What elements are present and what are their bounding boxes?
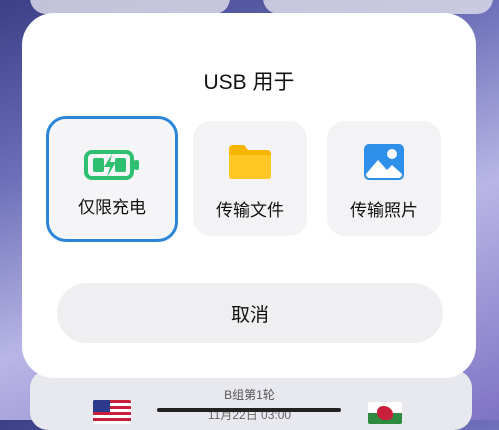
dialog-title: USB 用于 <box>203 71 295 94</box>
background-card <box>263 0 493 14</box>
photo-icon <box>363 143 405 185</box>
option-label: 传输照片 <box>350 201 418 221</box>
battery-charging-icon <box>84 149 140 185</box>
option-label: 仅限充电 <box>78 198 146 218</box>
home-indicator[interactable] <box>157 408 341 412</box>
option-transfer-files[interactable]: 传输文件 <box>193 121 307 236</box>
option-charge-only[interactable]: 仅限充电 <box>46 116 178 242</box>
usb-mode-dialog: USB 用于 仅限充电 传输文件 传输照片 取消 <box>22 13 476 378</box>
option-label: 传输文件 <box>216 201 284 221</box>
background-card <box>30 0 230 14</box>
match-round-label: B组第1轮 <box>224 388 275 402</box>
folder-icon <box>227 143 273 185</box>
cancel-button[interactable]: 取消 <box>57 283 443 343</box>
option-transfer-photos[interactable]: 传输照片 <box>327 121 441 236</box>
